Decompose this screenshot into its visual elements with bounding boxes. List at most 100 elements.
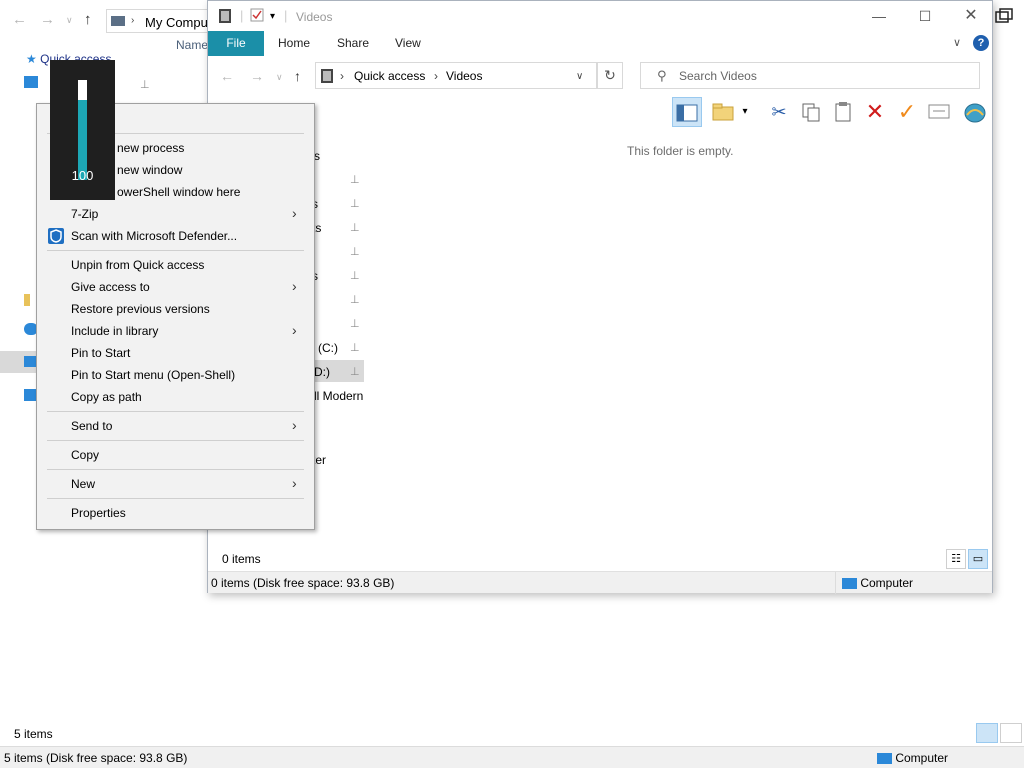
name-column-header[interactable]: Name	[176, 38, 208, 52]
tab-home[interactable]: Home	[268, 31, 320, 56]
tab-file[interactable]: File	[208, 31, 264, 56]
menu-item-copy-as-path[interactable]: Copy as path	[37, 386, 314, 408]
cut-icon[interactable]: ✂	[764, 97, 794, 127]
open-shell-icon[interactable]	[960, 97, 990, 127]
restore-window-icon[interactable]	[995, 8, 1013, 24]
up-arrow-icon[interactable]: ↑	[84, 11, 92, 28]
pin-icon: ⊥	[350, 222, 360, 234]
properties-window-icon[interactable]	[924, 97, 954, 127]
forward-arrow-icon[interactable]: →	[250, 68, 264, 84]
address-row: ← → ∨ ↑ › Quick access › Videos ∨ ↻ ⚲ Se…	[208, 59, 992, 93]
search-input[interactable]: ⚲ Search Videos	[640, 62, 980, 89]
computer-icon	[111, 16, 125, 26]
properties-icon[interactable]	[250, 8, 264, 25]
menu-item-label: Pin to Start	[71, 346, 131, 360]
delete-icon[interactable]: ✕	[860, 97, 890, 127]
pin-icon: ⊥	[350, 342, 360, 354]
tab-share[interactable]: Share	[327, 31, 379, 56]
nav-pane-fragment[interactable]: D:)	[314, 365, 330, 379]
volume-value: 100	[71, 168, 94, 183]
menu-item-new[interactable]: New ›	[37, 473, 314, 495]
menu-item-give-access[interactable]: Give access to ›	[37, 276, 314, 298]
address-bar[interactable]: › Quick access › Videos ∨	[315, 62, 597, 89]
expand-ribbon-chevron-icon[interactable]: ∨	[953, 36, 961, 49]
submenu-arrow-icon: ›	[292, 475, 297, 491]
menu-item-pin-to-start[interactable]: Pin to Start	[37, 342, 314, 364]
address-dropdown-chevron-icon[interactable]: ∨	[576, 71, 583, 82]
dropdown-chevron-icon[interactable]: ▾	[738, 97, 752, 127]
navigation-pane-toggle-icon[interactable]	[672, 97, 702, 127]
pin-icon: ⊥	[350, 366, 360, 378]
sidebar-item-this-pc-selected[interactable]	[0, 351, 40, 373]
menu-item-7-zip[interactable]: 7-Zip ›	[37, 203, 314, 225]
tab-view[interactable]: View	[385, 31, 431, 56]
new-folder-icon[interactable]	[708, 97, 738, 127]
recent-chevron-icon[interactable]: ∨	[276, 72, 283, 83]
videos-explorer-window: | ▾ | Videos — ☐ ✕ File Home Share View …	[207, 0, 993, 594]
items-count: 0 items	[222, 552, 261, 566]
forward-arrow-icon[interactable]: →	[40, 11, 55, 28]
pin-icon: ⊥	[350, 198, 360, 210]
status-divider	[835, 572, 836, 594]
menu-item-send-to[interactable]: Send to ›	[37, 415, 314, 437]
ribbon-tabs: File Home Share View ∨ ?	[208, 31, 992, 57]
menu-item-include-library[interactable]: Include in library ›	[37, 320, 314, 342]
separator: |	[240, 8, 244, 23]
menu-item-unpin-quick-access[interactable]: Unpin from Quick access	[37, 254, 314, 276]
back-arrow-icon[interactable]: ←	[220, 68, 234, 84]
menu-separator	[47, 411, 304, 412]
menu-item-restore-versions[interactable]: Restore previous versions	[37, 298, 314, 320]
nav-pane-fragment[interactable]: ll Modern	[314, 389, 363, 403]
menu-item-copy[interactable]: Copy	[37, 444, 314, 466]
menu-item-properties[interactable]: Properties	[37, 502, 314, 524]
large-icons-view-button[interactable]: ▭	[968, 549, 988, 569]
pin-icon: ⊥	[140, 79, 150, 91]
window-title: Videos	[296, 10, 333, 24]
menu-item-label: Give access to	[71, 280, 150, 294]
large-icons-view-button[interactable]	[1000, 723, 1022, 743]
menu-item-label: Include in library	[71, 324, 159, 338]
pin-icon: ⊥	[350, 174, 360, 186]
search-placeholder: Search Videos	[679, 69, 757, 83]
submenu-arrow-icon: ›	[292, 205, 297, 221]
status-location: Computer	[842, 576, 913, 590]
help-icon[interactable]: ?	[973, 35, 989, 51]
star-icon: ★	[26, 52, 37, 66]
pin-icon: ⊥	[350, 246, 360, 258]
film-icon	[218, 8, 232, 27]
up-arrow-icon[interactable]: ↑	[294, 68, 301, 84]
status-text: 0 items (Disk free space: 93.8 GB)	[211, 576, 395, 590]
breadcrumb-videos[interactable]: Videos	[446, 69, 482, 83]
customize-qat-icon[interactable]: ▾	[270, 11, 275, 22]
paste-icon[interactable]	[828, 97, 858, 127]
desktop-icon[interactable]	[24, 76, 38, 88]
menu-item-label: Properties	[71, 506, 126, 520]
breadcrumb-chevron-icon: ›	[434, 69, 438, 83]
title-bar[interactable]: | ▾ | Videos — ☐ ✕	[208, 1, 992, 31]
folder-icon[interactable]	[24, 294, 30, 306]
menu-item-label: owerShell window here	[117, 185, 241, 199]
menu-item-scan-defender[interactable]: Scan with Microsoft Defender...	[37, 225, 314, 247]
breadcrumb-chevron-icon: ›	[340, 69, 344, 83]
menu-separator	[47, 250, 304, 251]
close-button[interactable]: ✕	[948, 1, 994, 31]
minimize-button[interactable]: —	[856, 1, 902, 31]
copy-icon[interactable]	[796, 97, 826, 127]
rename-check-icon[interactable]: ✓	[892, 97, 922, 127]
empty-folder-message: This folder is empty.	[627, 144, 734, 158]
submenu-arrow-icon: ›	[292, 278, 297, 294]
breadcrumb-quick-access[interactable]: Quick access	[354, 69, 425, 83]
menu-separator	[47, 440, 304, 441]
menu-item-label: Send to	[71, 419, 113, 433]
status-bar: 0 items (Disk free space: 93.8 GB) Compu…	[208, 571, 992, 594]
details-view-button[interactable]	[976, 723, 998, 743]
details-view-button[interactable]: ☷	[946, 549, 966, 569]
refresh-icon[interactable]: ↻	[597, 62, 623, 89]
background-status-location: Computer	[877, 751, 948, 765]
nav-pane-fragment[interactable]: (C:)	[318, 341, 338, 355]
maximize-button[interactable]: ☐	[902, 1, 948, 31]
back-arrow-icon[interactable]: ←	[12, 11, 27, 28]
menu-item-label: 7-Zip	[71, 207, 99, 221]
menu-item-pin-to-start-open-shell[interactable]: Pin to Start menu (Open-Shell)	[37, 364, 314, 386]
recent-chevron-icon[interactable]: ∨	[66, 15, 73, 26]
